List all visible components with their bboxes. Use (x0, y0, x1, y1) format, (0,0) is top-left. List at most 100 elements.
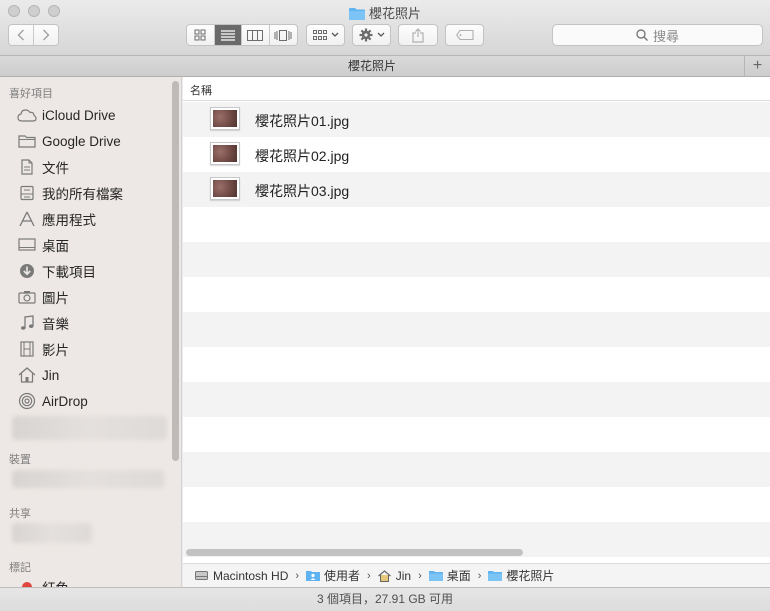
image-thumbnail-icon (210, 107, 240, 130)
sidebar-item-label: iCloud Drive (42, 107, 116, 123)
sidebar-item-label: Google Drive (42, 133, 121, 149)
tag-button[interactable] (445, 24, 484, 46)
view-mode-segment (186, 24, 298, 46)
shared-section-title: 共享 (9, 508, 31, 520)
users-folder-icon (306, 570, 321, 582)
path-crumb-label: Jin (395, 568, 412, 583)
path-crumb-macintosh-hd[interactable]: Macintosh HD (195, 569, 288, 583)
path-crumb-desktop[interactable]: 桌面 (428, 567, 471, 584)
file-name: 櫻花照片02.jpg (255, 148, 350, 164)
camera-icon (16, 288, 38, 306)
window-title: 櫻花照片 (0, 3, 770, 23)
empty-row (183, 312, 770, 347)
image-thumbnail-icon (210, 142, 240, 165)
sidebar-item-icloud-drive[interactable]: iCloud Drive (0, 104, 170, 126)
column-view-button[interactable] (242, 25, 270, 45)
sidebar-item-tag-red[interactable]: 紅色 (0, 576, 170, 587)
sidebar-item-documents[interactable]: 文件 (0, 156, 170, 178)
chevron-left-icon (17, 29, 24, 41)
share-button[interactable] (398, 24, 438, 46)
airdrop-icon (16, 392, 38, 410)
devices-section-title: 裝置 (9, 454, 31, 466)
favorites-section-title: 喜好項目 (9, 88, 53, 100)
cover-flow-icon (274, 29, 292, 41)
status-bar: 3 個項目，27.91 GB 可用 (0, 587, 770, 611)
redacted-sidebar-item (12, 416, 167, 440)
column-header-name[interactable]: 名稱 (183, 77, 770, 101)
sidebar-item-music[interactable]: 音樂 (0, 312, 170, 334)
tag-icon (455, 30, 474, 40)
sidebar-item-label: 影片 (42, 343, 69, 358)
cover-flow-button[interactable] (269, 25, 297, 45)
file-row[interactable]: 櫻花照片01.jpg (183, 102, 770, 137)
navigation-buttons (8, 24, 59, 46)
all-files-icon (16, 184, 38, 202)
path-crumb-label: 桌面 (446, 569, 471, 583)
forward-button[interactable] (34, 25, 58, 45)
action-button[interactable] (352, 24, 391, 46)
chevron-down-icon (377, 32, 384, 37)
sidebar-scrollbar[interactable] (172, 81, 179, 461)
icon-view-button[interactable] (187, 25, 215, 45)
sidebar-item-google-drive[interactable]: Google Drive (0, 130, 170, 152)
share-icon (412, 27, 424, 43)
sidebar-item-label: 桌面 (42, 239, 69, 254)
tags-section-title: 標記 (9, 562, 31, 574)
document-icon (16, 158, 38, 176)
empty-row (183, 207, 770, 242)
image-thumbnail-icon (210, 177, 240, 200)
sidebar-item-label: 圖片 (42, 291, 69, 306)
columns-icon (247, 29, 264, 41)
sidebar-item-airdrop[interactable]: AirDrop (0, 390, 170, 412)
column-header-label: 名稱 (190, 85, 212, 97)
path-crumb-label: Macintosh HD (213, 568, 289, 583)
path-crumb-current-folder[interactable]: 櫻花照片 (488, 567, 554, 584)
folder-icon (348, 7, 365, 23)
new-tab-button[interactable]: + (745, 56, 770, 76)
sidebar-item-label: 文件 (42, 161, 69, 176)
sidebar-item-label: 紅色 (42, 577, 69, 587)
desktop-icon (16, 236, 38, 254)
chevron-right-icon (43, 29, 50, 41)
file-row[interactable]: 櫻花照片03.jpg (183, 172, 770, 207)
sidebar: 喜好項目 iCloud Drive Google Drive 文件 我的所有檔案… (0, 77, 182, 587)
horizontal-scrollbar[interactable] (186, 549, 523, 556)
sidebar-item-desktop[interactable]: 桌面 (0, 234, 170, 256)
music-icon (16, 314, 38, 332)
path-separator-icon: › (367, 569, 371, 582)
path-crumb-users[interactable]: 使用者 (306, 567, 360, 584)
sidebar-item-movies[interactable]: 影片 (0, 338, 170, 360)
arrange-button[interactable] (306, 24, 345, 46)
applications-icon (16, 210, 38, 228)
file-name: 櫻花照片03.jpg (255, 183, 350, 199)
sidebar-item-applications[interactable]: 應用程式 (0, 208, 170, 230)
path-separator-icon: › (295, 569, 300, 582)
home-icon (16, 366, 38, 384)
sidebar-item-downloads[interactable]: 下載項目 (0, 260, 170, 282)
empty-row (183, 277, 770, 312)
hard-drive-icon (195, 570, 209, 582)
toolbar: 櫻花照片 搜尋 (0, 0, 770, 56)
list-view-button[interactable] (214, 25, 242, 45)
file-row[interactable]: 櫻花照片02.jpg (183, 137, 770, 172)
tab-current[interactable]: 櫻花照片 (0, 56, 745, 76)
empty-row (183, 347, 770, 382)
sidebar-item-label: Jin (42, 367, 60, 383)
path-crumb-label: 使用者 (324, 569, 361, 583)
path-separator-icon: › (477, 569, 482, 582)
search-field[interactable]: 搜尋 (552, 24, 763, 46)
back-button[interactable] (9, 25, 34, 45)
sidebar-item-home[interactable]: Jin (0, 364, 170, 386)
search-placeholder: 搜尋 (652, 28, 679, 44)
path-crumb-home[interactable]: Jin (377, 568, 412, 583)
red-tag-dot-icon (16, 578, 38, 587)
tab-bar: 櫻花照片 + (0, 56, 770, 77)
sidebar-item-label: 下載項目 (42, 265, 96, 280)
empty-row (183, 242, 770, 277)
empty-row (183, 417, 770, 452)
path-separator-icon: › (418, 569, 422, 582)
sidebar-item-all-my-files[interactable]: 我的所有檔案 (0, 182, 170, 204)
file-name: 櫻花照片01.jpg (255, 113, 350, 129)
path-crumb-label: 櫻花照片 (506, 569, 555, 583)
sidebar-item-pictures[interactable]: 圖片 (0, 286, 170, 308)
